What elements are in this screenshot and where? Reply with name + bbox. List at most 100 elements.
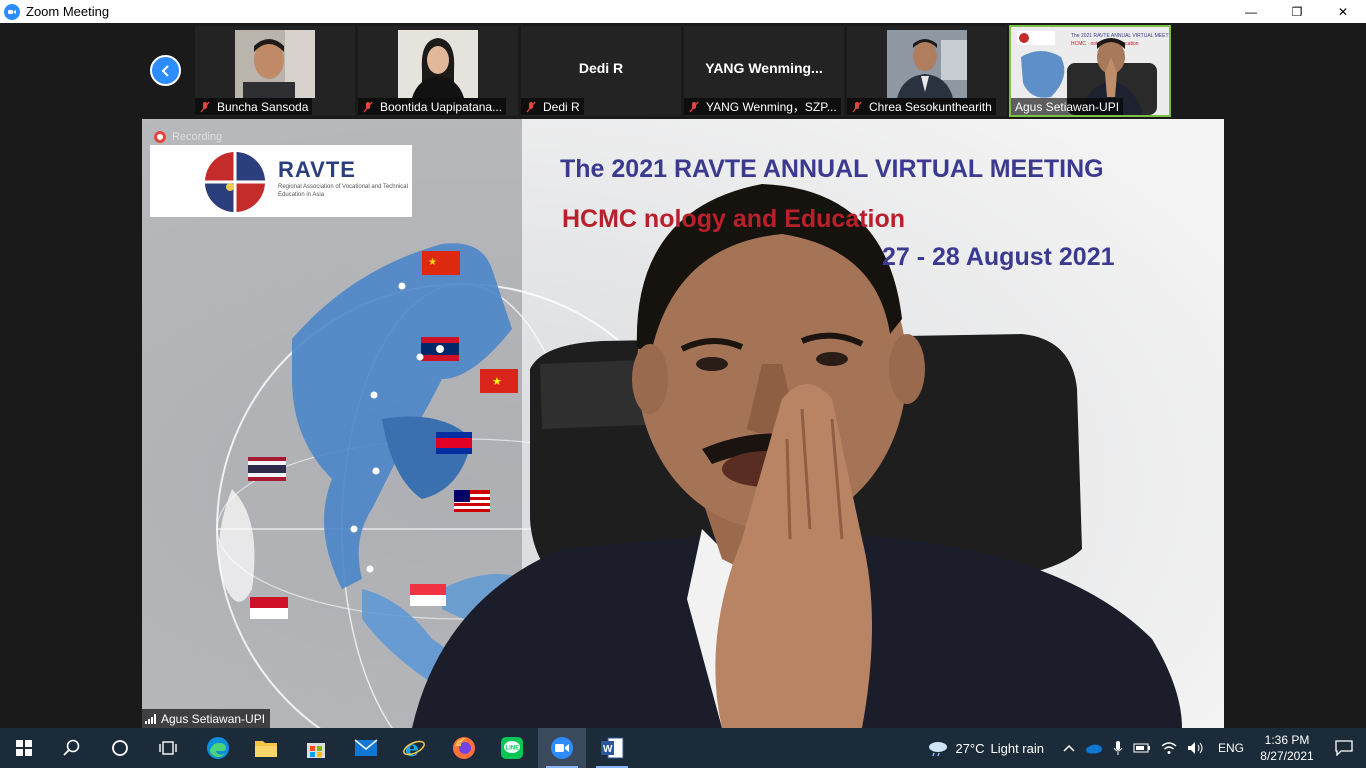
minimize-button[interactable]: —	[1228, 0, 1274, 23]
search-icon	[63, 739, 80, 756]
participant-name: Buncha Sansoda	[217, 99, 309, 114]
participant-video	[887, 30, 967, 98]
participant-nametag: Dedi R	[521, 98, 584, 115]
active-speaker-nametag: Agus Setiawan-UPI	[142, 709, 271, 728]
onedrive-button[interactable]	[1085, 742, 1103, 754]
zoom-app-icon	[4, 3, 20, 20]
slide-date-line: 27 - 28 August 2021	[882, 243, 1115, 271]
word-icon: W	[601, 737, 624, 759]
signal-strength-icon	[145, 713, 156, 724]
firefox-icon	[453, 737, 475, 759]
participant-nametag: Chrea Sesokunthearith	[847, 98, 996, 115]
task-view-icon	[159, 741, 177, 755]
svg-text:LINE: LINE	[506, 746, 520, 752]
zoom-taskbar-button[interactable]	[538, 728, 586, 768]
participant-display-name: Dedi R	[578, 60, 624, 76]
active-speaker-video[interactable]: ★ ★ Recording RAVTE Regional Association…	[142, 119, 1224, 728]
weather-description: Light rain	[990, 740, 1044, 756]
ie-icon: e	[403, 736, 425, 760]
participant-nametag: Agus Setiawan-UPI	[1011, 98, 1124, 115]
participant-tile[interactable]: Buncha Sansoda	[195, 26, 355, 116]
restore-button[interactable]: ❐	[1274, 0, 1320, 23]
line-icon: LINE	[501, 737, 523, 759]
mail-icon	[354, 739, 378, 756]
windows-taskbar: e LINE W 27°C Light rain ENG 1:36 PM 8/2…	[0, 728, 1366, 768]
microphone-icon	[1113, 741, 1123, 755]
internet-explorer-button[interactable]: e	[390, 728, 438, 768]
participant-strip: Buncha Sansoda Boontida Uapipatana... De…	[0, 23, 1366, 119]
participant-tile[interactable]: Boontida Uapipatana...	[358, 26, 518, 116]
chevron-up-icon	[1063, 744, 1075, 752]
notification-icon	[1335, 740, 1353, 756]
clock-date: 8/27/2021	[1260, 749, 1314, 763]
task-view-button[interactable]	[144, 728, 192, 768]
participant-nametag: YANG Wenming，SZP...	[684, 98, 841, 115]
participant-name: Boontida Uapipatana...	[380, 99, 503, 114]
clock-time: 1:36 PM	[1264, 733, 1310, 747]
mic-muted-icon	[852, 101, 862, 112]
mail-button[interactable]	[342, 728, 390, 768]
edge-icon	[207, 737, 229, 759]
cortana-button[interactable]	[96, 728, 144, 768]
store-button[interactable]	[292, 728, 340, 768]
system-tray: 27°C Light rain ENG 1:36 PM 8/27/2021	[927, 728, 1366, 768]
search-button[interactable]	[48, 728, 96, 768]
recording-dot-icon	[154, 131, 166, 143]
file-explorer-icon	[255, 741, 277, 757]
weather-temperature: 27°C	[955, 740, 985, 756]
participant-name: Chrea Sesokunthearith	[869, 99, 992, 114]
svg-text:The 2021 RAVTE ANNUAL VIRTUAL: The 2021 RAVTE ANNUAL VIRTUAL MEETING	[1071, 33, 1169, 39]
onedrive-cloud-icon	[1085, 744, 1102, 754]
svg-text:★: ★	[428, 257, 437, 268]
participant-name: Dedi R	[543, 99, 580, 114]
wifi-button[interactable]	[1161, 741, 1177, 755]
participant-name: YANG Wenming，SZP...	[706, 100, 837, 114]
participant-tile[interactable]: YANG Wenming... YANG Wenming，SZP...	[684, 26, 844, 116]
system-clock[interactable]: 1:36 PM 8/27/2021	[1252, 732, 1322, 764]
mic-muted-icon	[363, 101, 373, 112]
show-hidden-icons-button[interactable]	[1063, 744, 1075, 752]
line-app-button[interactable]: LINE	[488, 728, 536, 768]
start-button[interactable]	[0, 728, 48, 768]
cloud-rain-icon	[929, 742, 948, 757]
edge-button[interactable]	[194, 728, 242, 768]
ravte-logo-subtitle: Regional Association of Vocational and T…	[278, 184, 408, 198]
windows-start-icon	[16, 740, 32, 756]
zoom-icon	[551, 737, 573, 759]
speaker-volume-icon	[1187, 742, 1203, 754]
volume-button[interactable]	[1187, 741, 1205, 755]
svg-text:W: W	[603, 744, 613, 755]
mic-muted-icon	[526, 101, 536, 112]
mic-muted-icon	[689, 101, 699, 112]
battery-button[interactable]	[1133, 742, 1151, 754]
recording-label: Recording	[172, 131, 223, 143]
participant-tile[interactable]: Dedi R Dedi R	[521, 26, 681, 116]
action-center-button[interactable]	[1322, 740, 1366, 756]
firefox-button[interactable]	[440, 728, 488, 768]
close-button[interactable]: ✕	[1320, 0, 1366, 23]
slide-title-line-2: HCMC nology and Education	[562, 205, 906, 233]
weather-widget[interactable]: 27°C Light rain	[927, 739, 1044, 757]
svg-text:e: e	[405, 736, 419, 760]
language-indicator[interactable]: ENG	[1218, 741, 1244, 755]
store-icon	[307, 743, 325, 758]
wifi-icon	[1161, 742, 1177, 754]
word-taskbar-button[interactable]: W	[588, 728, 636, 768]
active-speaker-name: Agus Setiawan-UPI	[161, 711, 266, 726]
ravte-logo-icon	[205, 152, 265, 212]
window-title: Zoom Meeting	[26, 4, 110, 19]
microphone-tray-button[interactable]	[1113, 740, 1123, 756]
ravte-logo-title: RAVTE	[278, 157, 356, 182]
participant-nametag: Buncha Sansoda	[195, 98, 313, 115]
previous-page-button[interactable]	[150, 55, 181, 86]
participant-nametag: Boontida Uapipatana...	[358, 98, 507, 115]
file-explorer-button[interactable]	[242, 728, 290, 768]
cortana-icon	[112, 740, 128, 756]
participant-tile-active[interactable]: The 2021 RAVTE ANNUAL VIRTUAL MEETING HC…	[1009, 25, 1171, 117]
recording-indicator[interactable]: Recording	[154, 131, 222, 143]
svg-text:★: ★	[492, 375, 502, 388]
participant-video	[398, 30, 478, 98]
participant-tile[interactable]: Chrea Sesokunthearith	[847, 26, 1007, 116]
title-bar: Zoom Meeting — ❐ ✕	[0, 0, 1366, 23]
participant-video	[235, 30, 315, 98]
